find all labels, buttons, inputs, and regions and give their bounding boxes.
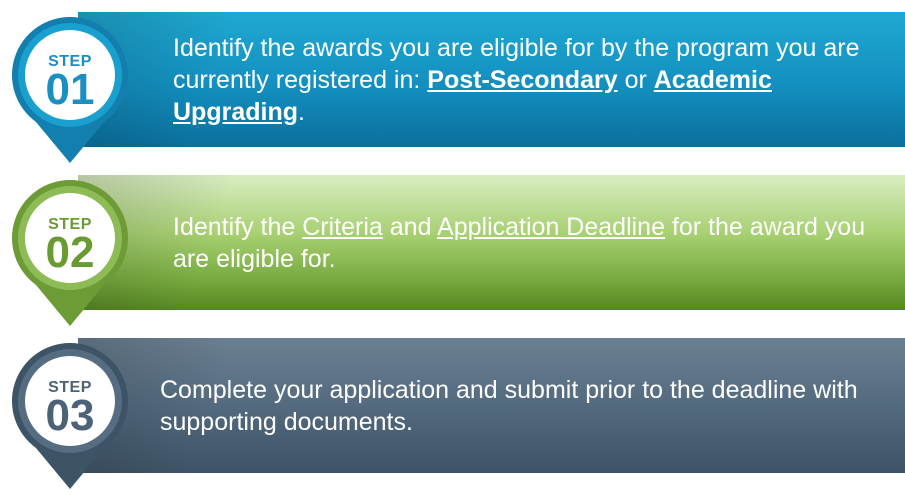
- application-deadline-link[interactable]: Application Deadline: [437, 213, 665, 241]
- step-3-text: Complete your application and submit pri…: [160, 375, 858, 436]
- step-3-banner: Complete your application and submit pri…: [78, 338, 905, 473]
- step-2-text: Identify the Criteria and Application De…: [173, 211, 875, 275]
- step-1-number: 01: [45, 65, 95, 114]
- step-2-marker: STEP 02: [6, 176, 134, 332]
- step-3-marker: STEP 03: [6, 339, 134, 495]
- criteria-link[interactable]: Criteria: [302, 213, 383, 241]
- step-1-banner: Identify the awards you are eligible for…: [78, 12, 905, 147]
- post-secondary-link[interactable]: Post-Secondary: [427, 66, 617, 94]
- step-2-banner: Identify the Criteria and Application De…: [78, 175, 905, 310]
- step-2-number: 02: [45, 228, 95, 277]
- step-2-text-intro: Identify the: [173, 212, 303, 241]
- step-3-number: 03: [45, 391, 95, 440]
- step-1-text-end: .: [298, 97, 305, 126]
- step-1-text-or: or: [617, 65, 654, 94]
- step-1-marker: STEP 01: [6, 13, 134, 169]
- step-1-text: Identify the awards you are eligible for…: [173, 32, 875, 128]
- step-2-text-and: and: [382, 212, 438, 241]
